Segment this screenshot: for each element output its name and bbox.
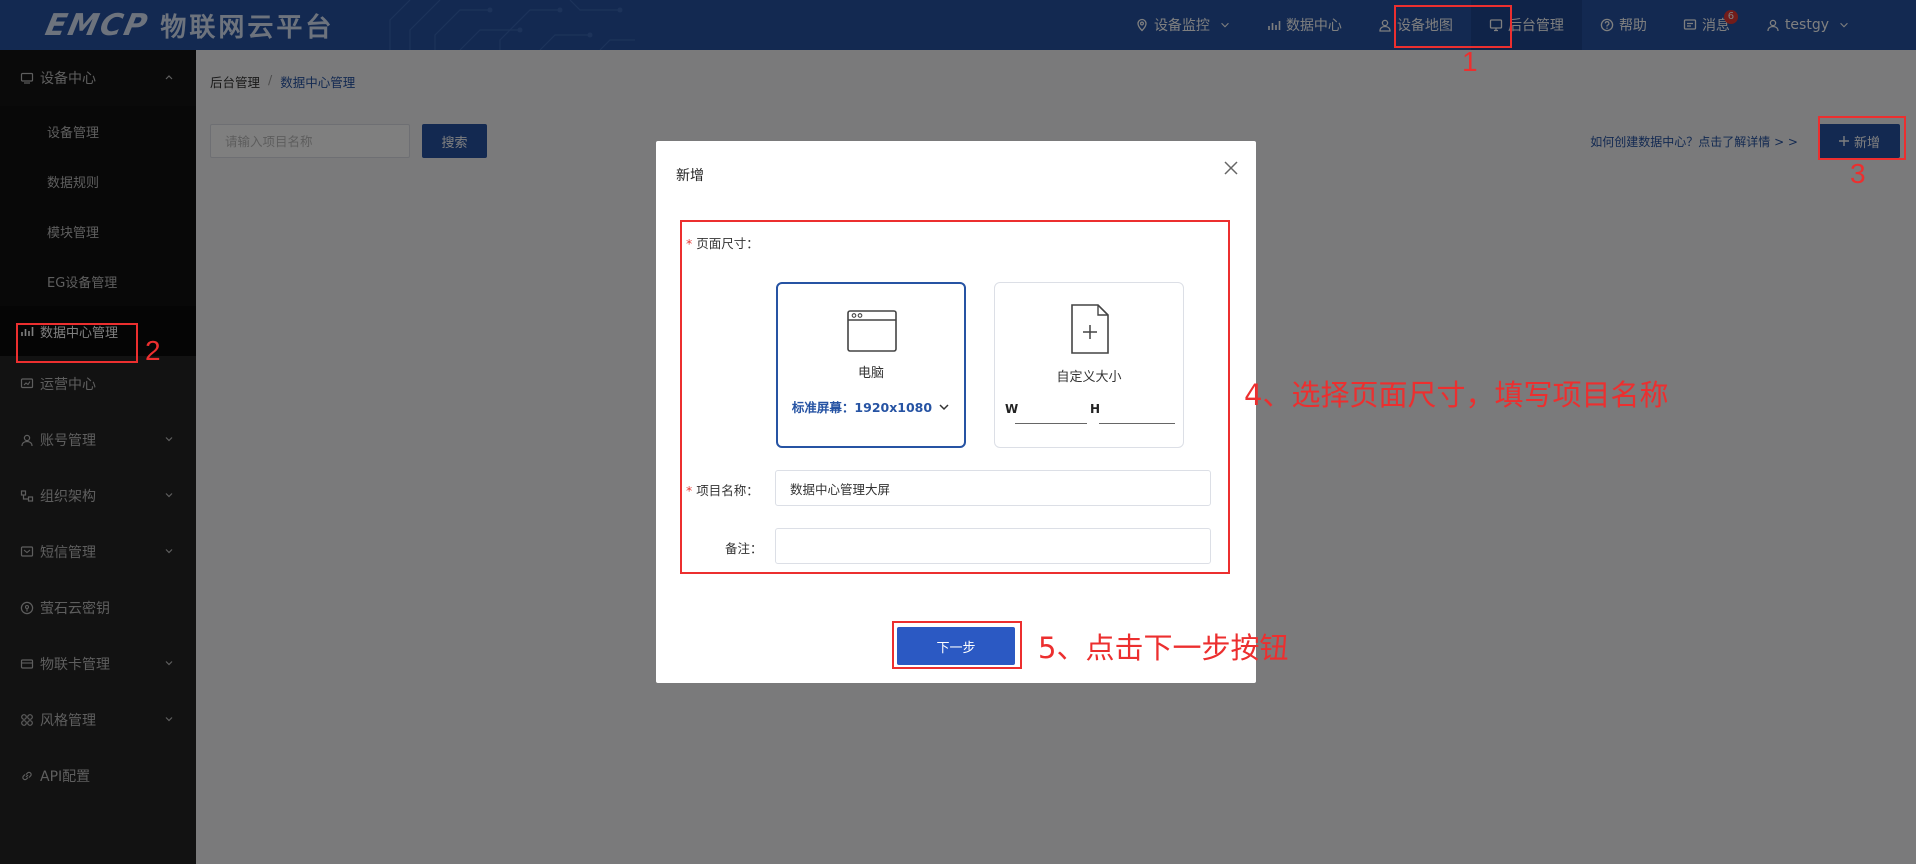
- annotation-box-1: [1394, 5, 1512, 48]
- annotation-number-2: 2: [145, 335, 161, 366]
- close-icon[interactable]: [1222, 159, 1240, 177]
- annotation-number-3: 3: [1850, 158, 1866, 189]
- annotation-box-5: [892, 621, 1022, 669]
- annotation-box-2: [16, 323, 138, 363]
- annotation-number-1: 1: [1462, 46, 1478, 77]
- dialog-title: 新增: [676, 168, 704, 184]
- annotation-step-4: 4、选择页面尺寸，填写项目名称: [1244, 378, 1669, 412]
- annotation-box-4: [680, 220, 1230, 574]
- annotation-box-3: [1818, 116, 1906, 160]
- annotation-step-5: 5、点击下一步按钮: [1038, 631, 1289, 665]
